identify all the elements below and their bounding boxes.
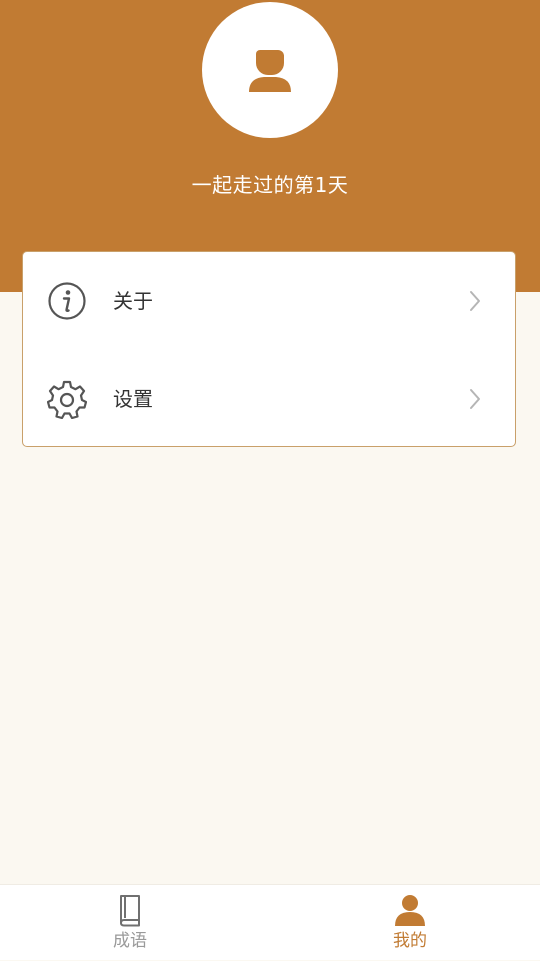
days-together-text: 一起走过的第1天 <box>191 173 349 197</box>
menu-item-about[interactable]: 关于 <box>23 252 517 350</box>
user-silhouette-icon <box>249 50 291 92</box>
tab-mine[interactable]: 我的 <box>350 885 470 961</box>
menu-card: 关于 设置 <box>22 251 516 447</box>
user-icon <box>395 895 425 926</box>
chevron-right-icon <box>470 389 480 409</box>
tab-label: 成语 <box>113 931 147 951</box>
bottom-tab-bar: 成语 我的 <box>0 884 540 960</box>
avatar[interactable] <box>202 2 338 138</box>
menu-item-label: 关于 <box>113 289 153 313</box>
book-icon <box>120 895 140 927</box>
chevron-right-icon <box>470 291 480 311</box>
menu-item-label: 设置 <box>113 387 153 411</box>
tab-label: 我的 <box>393 931 427 951</box>
gear-icon <box>47 380 87 419</box>
tab-idioms[interactable]: 成语 <box>70 885 190 961</box>
menu-item-settings[interactable]: 设置 <box>23 350 517 448</box>
info-icon <box>48 282 86 320</box>
profile-header: 一起走过的第1天 <box>0 0 540 292</box>
